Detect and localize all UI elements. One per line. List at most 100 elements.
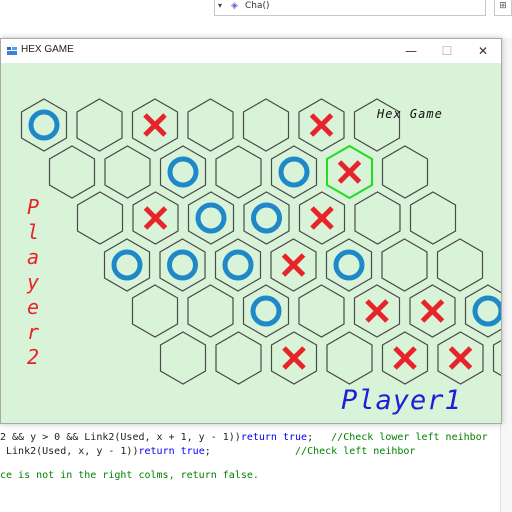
hex-cell[interactable] [243, 191, 290, 245]
player2-letter: 2 [26, 345, 40, 369]
o-marker [167, 249, 198, 281]
hex-cell[interactable] [131, 284, 179, 338]
player2-letter: r [26, 320, 40, 344]
hex-cell[interactable] [381, 331, 429, 385]
hex-cell[interactable] [464, 284, 502, 338]
hex-cell[interactable] [187, 98, 234, 152]
hex-cell[interactable] [215, 331, 262, 385]
hex-outline [187, 191, 235, 245]
maximize-button[interactable]: ☐ [429, 39, 465, 63]
split-icon[interactable]: ⊞ [494, 0, 512, 16]
hex-outline [187, 284, 234, 338]
hex-cell[interactable] [353, 284, 401, 338]
player2-letter: e [26, 295, 40, 319]
hex-outline [104, 145, 151, 199]
hex-outline [242, 98, 290, 152]
hex-cell[interactable] [409, 284, 456, 338]
hex-outline [242, 284, 290, 338]
method-icon: ◈ [231, 1, 238, 11]
x-marker [365, 299, 389, 323]
close-button[interactable]: ✕ [465, 39, 501, 63]
o-marker [167, 156, 199, 188]
hex-cell[interactable] [326, 331, 373, 385]
x-marker [309, 113, 334, 137]
hex-cell[interactable] [103, 238, 151, 292]
hex-outline [76, 98, 123, 152]
hex-cell[interactable] [76, 191, 124, 245]
code-line: Link2(Used, x, y - 1))return true; //Che… [0, 446, 416, 457]
ide-toolbar: ▾ ◈ Cha() ⊞ [0, 0, 512, 39]
player2-letter: l [26, 220, 40, 244]
hex-cell[interactable] [492, 332, 502, 384]
hex-outline [159, 331, 207, 385]
o-marker [250, 295, 282, 327]
hex-cell[interactable] [159, 238, 206, 292]
hex-outline [20, 98, 68, 152]
hex-cell[interactable] [159, 145, 207, 199]
hex-cell[interactable] [214, 238, 262, 292]
hex-cell[interactable] [409, 191, 457, 245]
hex-cell[interactable] [298, 284, 345, 338]
player1-label: Player1 [341, 385, 462, 416]
hex-cell[interactable] [187, 284, 234, 338]
hex-cell[interactable] [326, 144, 373, 200]
o-marker [472, 295, 501, 327]
hex-cell[interactable] [131, 98, 179, 152]
hex-cell[interactable] [436, 238, 484, 292]
hex-cell[interactable] [104, 145, 151, 199]
x-marker [143, 113, 167, 137]
hex-game-window: HEX GAME — ☐ ✕ Hex Game Player2 Player1 [0, 38, 502, 424]
dropdown-arrow-icon: ▾ [218, 1, 223, 10]
hex-cell[interactable] [270, 145, 318, 199]
hex-cell[interactable] [20, 98, 68, 152]
hex-cell[interactable] [242, 98, 290, 152]
title-bar[interactable]: HEX GAME — ☐ ✕ [1, 39, 501, 63]
hex-cell[interactable] [437, 331, 484, 385]
window-title: HEX GAME [21, 44, 74, 55]
player2-letter: a [26, 245, 40, 269]
hex-cell[interactable] [159, 331, 207, 385]
minimize-button[interactable]: — [393, 39, 429, 63]
hex-cell[interactable] [132, 191, 179, 245]
hex-outline [270, 145, 318, 199]
hex-outline [298, 284, 345, 338]
dropdown-label: Cha() [245, 1, 270, 11]
o-marker [222, 249, 254, 281]
hex-cell[interactable] [215, 145, 262, 199]
hex-outline [243, 191, 290, 245]
x-marker [448, 346, 473, 370]
hex-cell[interactable] [354, 191, 401, 245]
hex-cell[interactable] [270, 331, 318, 385]
hex-outline [131, 284, 179, 338]
hex-cell[interactable] [298, 98, 345, 152]
hex-cell[interactable] [242, 284, 290, 338]
o-marker [251, 202, 282, 234]
hex-cell[interactable] [381, 238, 428, 292]
hex-outline [409, 191, 457, 245]
o-marker [111, 249, 143, 281]
code-line: ce is not in the right colms, return fal… [0, 470, 259, 481]
hex-outline [436, 238, 484, 292]
hex-cell[interactable] [270, 238, 317, 292]
hex-cell[interactable] [76, 98, 123, 152]
hex-outline [48, 145, 96, 199]
hex-outline [325, 238, 373, 292]
hex-cell[interactable] [381, 145, 429, 199]
hex-outline [381, 145, 429, 199]
x-marker [393, 346, 417, 370]
x-marker [282, 346, 306, 370]
hex-cell[interactable] [48, 145, 96, 199]
hex-cell[interactable] [325, 238, 373, 292]
member-dropdown[interactable]: ▾ ◈ Cha() [214, 0, 486, 16]
hex-cell[interactable] [187, 191, 235, 245]
hex-outline [354, 191, 401, 245]
hex-outline [215, 145, 262, 199]
code-editor[interactable]: 2 && y > 0 && Link2(Used, x + 1, y - 1))… [0, 420, 500, 512]
hex-cell[interactable] [298, 191, 346, 245]
x-marker [310, 206, 334, 230]
hex-outline [464, 284, 501, 338]
hex-outline [159, 238, 206, 292]
game-canvas[interactable]: Hex Game Player2 Player1 [1, 63, 501, 423]
hex-outline [326, 331, 373, 385]
player2-label: Player2 [21, 195, 45, 370]
